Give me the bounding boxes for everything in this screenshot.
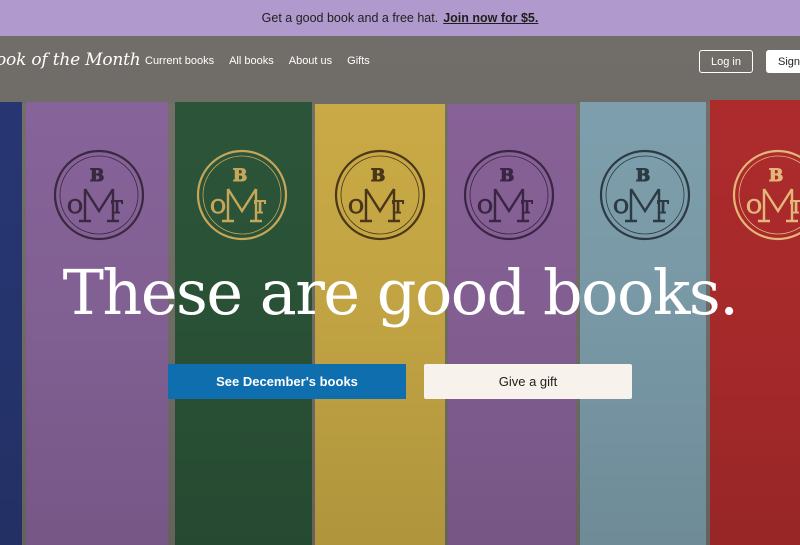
nav-about-us[interactable]: About us	[289, 55, 332, 67]
site-logo[interactable]: ook of the Month	[0, 50, 141, 70]
join-now-link[interactable]: Join now for $5.	[443, 11, 538, 25]
nav-gifts[interactable]: Gifts	[347, 55, 370, 67]
login-button[interactable]: Log in	[699, 50, 753, 73]
nav-links: Current books All books About us Gifts	[145, 55, 385, 67]
nav-current-books[interactable]: Current books	[145, 55, 214, 67]
promo-banner: Get a good book and a free hat. Join now…	[0, 0, 800, 36]
hero-headline: These are good books.	[62, 256, 739, 329]
nav-all-books[interactable]: All books	[229, 55, 274, 67]
give-a-gift-button[interactable]: Give a gift	[424, 364, 632, 399]
top-nav: ook of the Month Current books All books…	[0, 36, 800, 88]
see-december-books-button[interactable]: See December's books	[168, 364, 406, 399]
promo-text: Get a good book and a free hat.	[261, 11, 439, 25]
signup-button[interactable]: Sign	[766, 50, 800, 73]
